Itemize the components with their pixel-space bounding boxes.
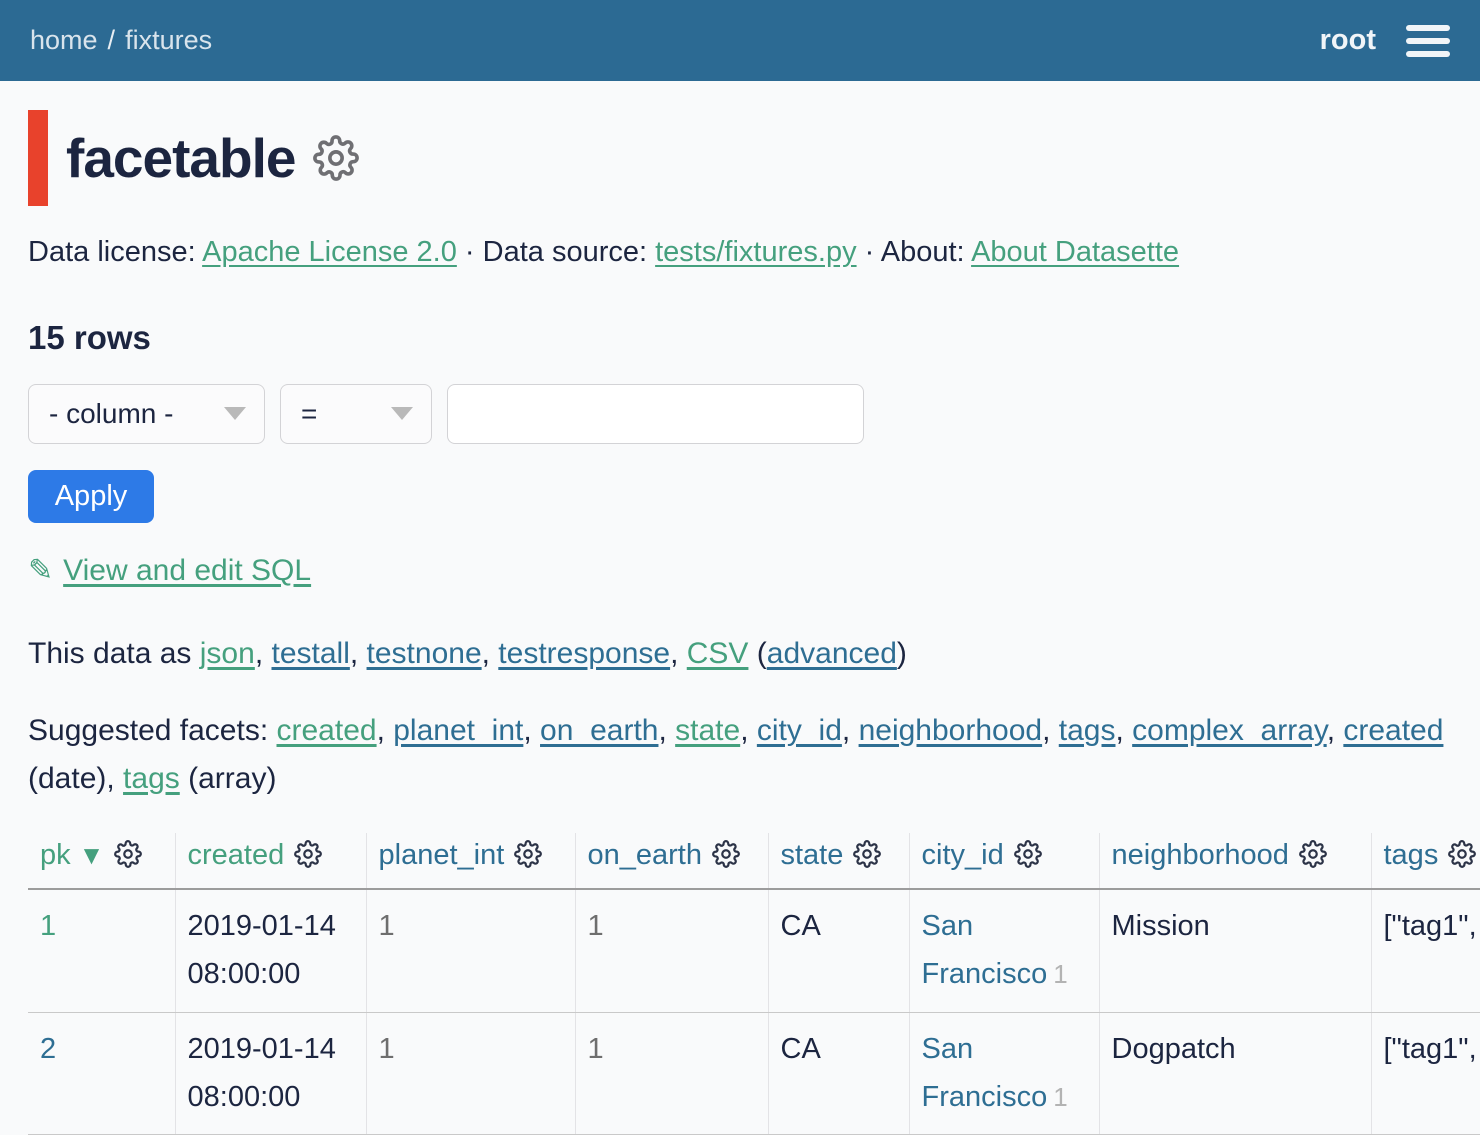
column-cog-icon-city_id[interactable] — [1014, 840, 1042, 876]
cell-on_earth: 1 — [575, 889, 768, 1012]
pencil-icon: ✎ — [28, 553, 53, 588]
chevron-down-icon — [224, 407, 246, 420]
column-cog-icon-on_earth[interactable] — [712, 840, 740, 876]
data-table: pk ▼ created planet_int on_earth state city_id… — [28, 833, 1480, 1135]
data-license-line: Data license: Apache License 2.0 · Data … — [28, 232, 1452, 273]
suggested-facets-line: Suggested facets: created, planet_int, o… — [28, 707, 1452, 803]
table-row: 22019-01-14 08:00:0011CASan Francisco1Do… — [28, 1012, 1480, 1135]
export-link-json[interactable]: json — [200, 637, 255, 670]
filter-row: - column - = — [28, 384, 1452, 444]
table-row: 12019-01-14 08:00:0011CASan Francisco1Mi… — [28, 889, 1480, 1012]
export-link-testresponse[interactable]: testresponse — [498, 637, 670, 670]
cell-planet_int: 1 — [366, 889, 575, 1012]
facet-link-tags[interactable]: tags — [1059, 714, 1116, 747]
cell-city-fk-value: 1 — [1053, 1082, 1067, 1112]
view-edit-sql-line: ✎ View and edit SQL — [28, 553, 1452, 588]
cell-state: CA — [768, 889, 909, 1012]
column-header-tags[interactable]: tags — [1384, 839, 1439, 871]
cell-created: 2019-01-14 08:00:00 — [175, 889, 366, 1012]
facet-link-city-id[interactable]: city_id — [757, 714, 842, 747]
column-header-on_earth[interactable]: on_earth — [588, 839, 703, 871]
export-link-testnone[interactable]: testnone — [367, 637, 482, 670]
table-gear-icon[interactable] — [313, 135, 359, 181]
cell-city-link[interactable]: San Francisco — [922, 910, 1048, 990]
cell-planet_int: 1 — [366, 1012, 575, 1135]
filter-operator-select[interactable]: = — [280, 384, 432, 444]
column-cog-icon-tags[interactable] — [1448, 840, 1476, 876]
facet-link-on-earth[interactable]: on_earth — [540, 714, 658, 747]
export-link-advanced[interactable]: advanced — [767, 637, 897, 670]
meta-link-tests-fixtures-py[interactable]: tests/fixtures.py — [655, 236, 856, 268]
column-header-state[interactable]: state — [781, 839, 844, 871]
user-root-link[interactable]: root — [1320, 24, 1376, 57]
export-link-testall[interactable]: testall — [271, 637, 349, 670]
breadcrumb-fixtures-link[interactable]: fixtures — [125, 25, 212, 55]
hamburger-menu-icon[interactable] — [1406, 21, 1450, 61]
cell-city-link[interactable]: San Francisco — [922, 1033, 1048, 1113]
facet-link-created[interactable]: created — [1343, 714, 1443, 747]
column-cog-icon-planet_int[interactable] — [514, 840, 542, 876]
cell-created: 2019-01-14 08:00:00 — [175, 1012, 366, 1135]
column-cog-icon-created[interactable] — [294, 840, 322, 876]
page-title: facetable — [66, 126, 295, 190]
cell-city-id: San Francisco1 — [909, 889, 1099, 1012]
row-count-heading: 15 rows — [28, 319, 1452, 357]
row-pk-link[interactable]: 1 — [40, 910, 56, 942]
cell-state: CA — [768, 1012, 909, 1135]
export-links-line: This data as json, testall, testnone, te… — [28, 632, 1452, 676]
column-cog-icon-neighborhood[interactable] — [1299, 840, 1327, 876]
column-cog-icon-state[interactable] — [853, 840, 881, 876]
data-table-wrapper: pk ▼ created planet_int on_earth state city_id… — [28, 833, 1480, 1135]
view-edit-sql-link[interactable]: View and edit SQL — [63, 554, 311, 587]
filter-column-select[interactable]: - column - — [28, 384, 265, 444]
column-header-planet_int[interactable]: planet_int — [379, 839, 505, 871]
breadcrumb-home-link[interactable]: home — [30, 25, 98, 55]
title-accent-bar — [28, 110, 48, 206]
cell-tags: ["tag1", "tag2"] — [1371, 889, 1480, 1012]
cell-neighborhood: Mission — [1099, 889, 1371, 1012]
filter-operator-select-value: = — [301, 398, 317, 430]
facet-link-complex-array[interactable]: complex_array — [1132, 714, 1327, 747]
meta-link-about-datasette[interactable]: About Datasette — [971, 236, 1179, 268]
facet-link-tags[interactable]: tags — [123, 762, 180, 795]
chevron-down-icon — [391, 407, 413, 420]
facet-link-state[interactable]: state — [675, 714, 740, 747]
page-title-row: facetable — [28, 110, 1452, 206]
facet-link-created[interactable]: created — [277, 714, 377, 747]
cell-on_earth: 1 — [575, 1012, 768, 1135]
cell-city-id: San Francisco1 — [909, 1012, 1099, 1135]
column-header-city_id[interactable]: city_id — [922, 839, 1004, 871]
filter-value-input[interactable] — [447, 384, 864, 444]
column-cog-icon-pk[interactable] — [114, 840, 142, 876]
meta-link-apache-license-2-0[interactable]: Apache License 2.0 — [202, 236, 457, 268]
breadcrumb-separator: / — [108, 25, 116, 55]
apply-button[interactable]: Apply — [28, 470, 154, 523]
cell-tags: ["tag1", "tag3"] — [1371, 1012, 1480, 1135]
column-header-neighborhood[interactable]: neighborhood — [1112, 839, 1289, 871]
sort-descending-icon: ▼ — [79, 840, 105, 870]
cell-city-fk-value: 1 — [1053, 959, 1067, 989]
filter-column-select-value: - column - — [49, 398, 173, 430]
row-pk-link[interactable]: 2 — [40, 1033, 56, 1065]
facet-link-planet-int[interactable]: planet_int — [393, 714, 523, 747]
cell-neighborhood: Dogpatch — [1099, 1012, 1371, 1135]
column-header-created[interactable]: created — [188, 839, 285, 871]
facet-link-neighborhood[interactable]: neighborhood — [859, 714, 1043, 747]
breadcrumb: home / fixtures — [30, 25, 212, 56]
export-link-csv[interactable]: CSV — [687, 637, 749, 670]
top-navigation-bar: home / fixtures root — [0, 0, 1480, 81]
column-header-pk[interactable]: pk — [40, 839, 71, 871]
